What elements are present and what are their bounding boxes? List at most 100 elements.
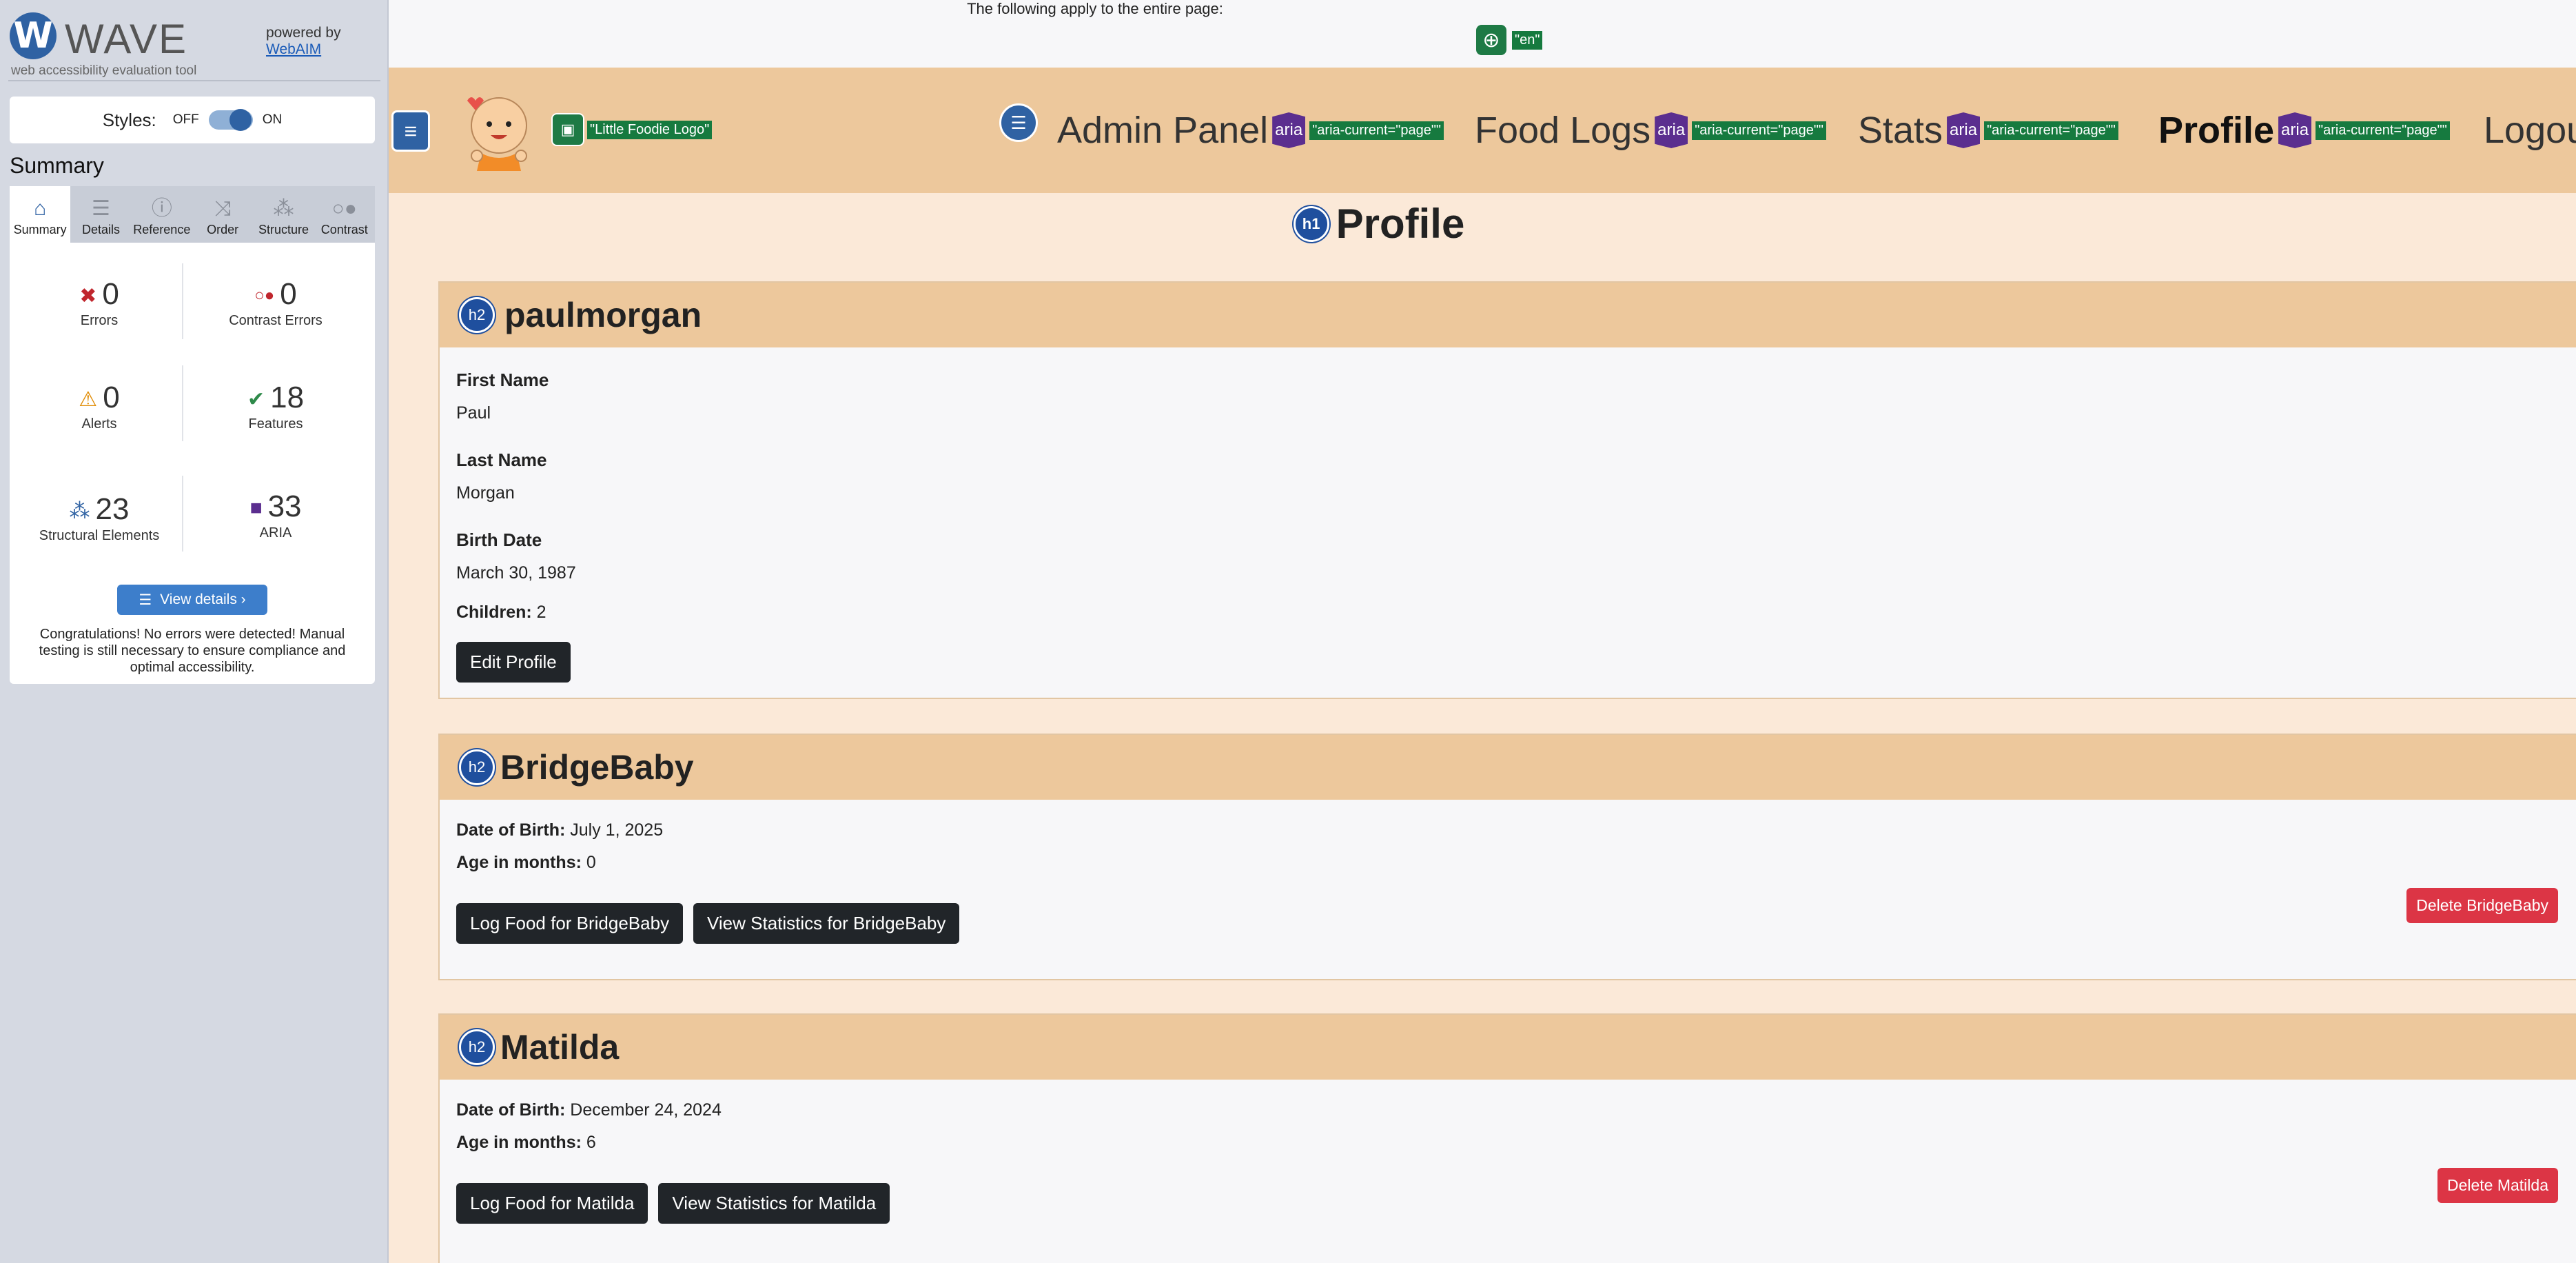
birth-date-value: March 30, 1987 <box>456 563 576 583</box>
errors-count: 0 <box>102 277 119 311</box>
child-name: Matilda <box>500 1028 620 1067</box>
tab-label: Summary <box>13 223 67 236</box>
tab-label: Structure <box>258 223 309 236</box>
dob-value: December 24, 2024 <box>570 1100 722 1120</box>
structural-label: Structural Elements <box>39 528 160 543</box>
dob-value: July 1, 2025 <box>570 820 664 840</box>
child-card-body: Date of Birth: December 24, 2024 Age in … <box>440 1080 2576 1239</box>
nav-stats[interactable]: Stats aria "aria-current="page"" <box>1858 109 2118 152</box>
edit-profile-button[interactable]: Edit Profile <box>456 642 571 683</box>
contrast-errors-label: Contrast Errors <box>229 313 323 328</box>
structure-icon: ⁂ <box>69 499 90 523</box>
order-icon: ⤨ <box>214 197 232 220</box>
log-food-button[interactable]: Log Food for BridgeBaby <box>456 903 684 944</box>
tab-details[interactable]: ☰ Details <box>70 186 131 243</box>
child-card-header: h2 Matilda <box>440 1015 2576 1080</box>
age-value: 0 <box>586 853 596 872</box>
aria-icon: aria <box>1947 112 1981 148</box>
styles-toggle[interactable] <box>208 109 253 131</box>
wave-logo-icon[interactable]: W <box>10 12 57 59</box>
dob-row: Date of Birth: December 24, 2024 <box>456 1100 2559 1120</box>
tab-label: Order <box>207 223 239 236</box>
nav-food-logs[interactable]: Food Logs aria "aria-current="page"" <box>1475 109 1827 152</box>
stat-alerts[interactable]: ⚠ 0 Alerts <box>17 381 182 432</box>
tab-structure[interactable]: ⁂ Structure <box>253 186 314 243</box>
view-statistics-button[interactable]: View Statistics for BridgeBaby <box>693 903 960 944</box>
profile-card: h2 paulmorgan First Name Paul Last Name … <box>438 281 2576 699</box>
dob-label: Date of Birth: <box>456 820 566 840</box>
wave-tagline: web accessibility evaluation tool <box>11 63 197 78</box>
log-food-button[interactable]: Log Food for Matilda <box>456 1183 648 1224</box>
last-name-value: Morgan <box>456 483 515 503</box>
aria-icon: aria <box>1272 112 1306 148</box>
aria-current-tag: "aria-current="page"" <box>2316 121 2450 140</box>
h1-icon: h1 <box>1293 205 1329 242</box>
nav-label: Food Logs <box>1475 110 1651 151</box>
delete-child-button[interactable]: Delete BridgeBaby <box>2406 888 2558 923</box>
nav-admin-panel[interactable]: Admin Panel aria "aria-current="page"" <box>1057 109 1444 152</box>
children-label: Children: <box>456 603 532 622</box>
aria-icon: aria <box>1655 112 1688 148</box>
page-title: Profile <box>1336 201 1465 247</box>
baby-mascot-icon <box>467 97 527 171</box>
stat-features[interactable]: ✔ 18 Features <box>193 381 358 432</box>
view-details-button[interactable]: ☰ View details › <box>117 585 267 615</box>
child-card: h2 Matilda Date of Birth: December 24, 2… <box>438 1013 2576 1263</box>
tab-summary[interactable]: ⌂ Summary <box>10 186 71 243</box>
aria-label: ARIA <box>259 525 292 540</box>
aria-icon: ■ <box>249 496 263 520</box>
info-icon: ⓘ <box>151 197 172 220</box>
tab-contrast[interactable]: ○● Contrast <box>314 186 375 243</box>
list-menu-icon[interactable]: ☰ <box>999 103 1038 142</box>
tab-label: Reference <box>133 223 191 236</box>
language-indicator[interactable]: ⊕ "en" <box>1476 25 1543 55</box>
structure-nav-icon[interactable]: ≡ <box>391 110 430 152</box>
tab-reference[interactable]: ⓘ Reference <box>132 186 192 243</box>
globe-icon: ⊕ <box>1476 25 1506 55</box>
aria-count: 33 <box>267 489 302 523</box>
site-navbar: ≡ ▣ "Little Foodie Logo" ☰ Admin Panel a… <box>389 68 2576 193</box>
children-count-row: Children: 2 <box>456 603 2559 623</box>
contrast-icon: ○● <box>331 197 357 220</box>
wave-brand: W WAVE web accessibility evaluation tool… <box>8 8 380 81</box>
applies-text: The following apply to the entire page: <box>967 0 1223 17</box>
home-icon: ⌂ <box>34 197 47 220</box>
page-area: The following apply to the entire page: … <box>389 0 2576 1263</box>
children-value: 2 <box>536 603 546 622</box>
profile-username: paulmorgan <box>504 296 702 334</box>
nav-logout[interactable]: Logou <box>2484 109 2576 152</box>
child-card-body: Date of Birth: July 1, 2025 Age in month… <box>440 800 2576 959</box>
stat-contrast-errors[interactable]: ○● 0 Contrast Errors <box>193 277 358 329</box>
nav-label: Logou <box>2484 110 2576 151</box>
nav-profile[interactable]: Profile aria "aria-current="page"" <box>2158 109 2450 152</box>
webaim-link[interactable]: WebAIM <box>266 41 321 57</box>
first-name-label: First Name <box>456 370 549 390</box>
age-label: Age in months: <box>456 853 582 872</box>
child-name: BridgeBaby <box>500 748 694 787</box>
age-row: Age in months: 0 <box>456 853 2559 873</box>
h2-icon: h2 <box>459 1029 495 1065</box>
list-icon: ☰ <box>139 592 152 608</box>
alerts-count: 0 <box>103 381 120 414</box>
view-statistics-button[interactable]: View Statistics for Matilda <box>658 1183 890 1224</box>
styles-off-label: OFF <box>172 112 199 127</box>
image-alt-icon: ▣ <box>551 113 584 146</box>
structural-count: 23 <box>95 492 130 526</box>
tab-order[interactable]: ⤨ Order <box>192 186 253 243</box>
age-label: Age in months: <box>456 1133 582 1152</box>
powered-by-label: powered by <box>266 25 341 41</box>
page-wide-notice: The following apply to the entire page: … <box>389 0 2576 69</box>
delete-child-button[interactable]: Delete Matilda <box>2437 1168 2558 1203</box>
alerts-label: Alerts <box>81 416 117 432</box>
h2-icon: h2 <box>459 749 495 785</box>
dob-label: Date of Birth: <box>456 1100 566 1120</box>
stat-errors[interactable]: ✖ 0 Errors <box>17 277 182 329</box>
aria-current-tag: "aria-current="page"" <box>1692 121 1827 140</box>
page-title-row: h1 Profile <box>389 200 2576 247</box>
profile-card-body: First Name Paul Last Name Morgan Birth D… <box>440 347 2576 698</box>
logo-alt-indicator[interactable]: ▣ "Little Foodie Logo" <box>551 113 713 146</box>
stat-aria[interactable]: ■ 33 ARIA <box>193 489 358 541</box>
child-card: h2 BridgeBaby Date of Birth: July 1, 202… <box>438 734 2576 980</box>
aria-current-tag: "aria-current="page"" <box>1984 121 2118 140</box>
stat-structural[interactable]: ⁂ 23 Structural Elements <box>17 492 182 544</box>
